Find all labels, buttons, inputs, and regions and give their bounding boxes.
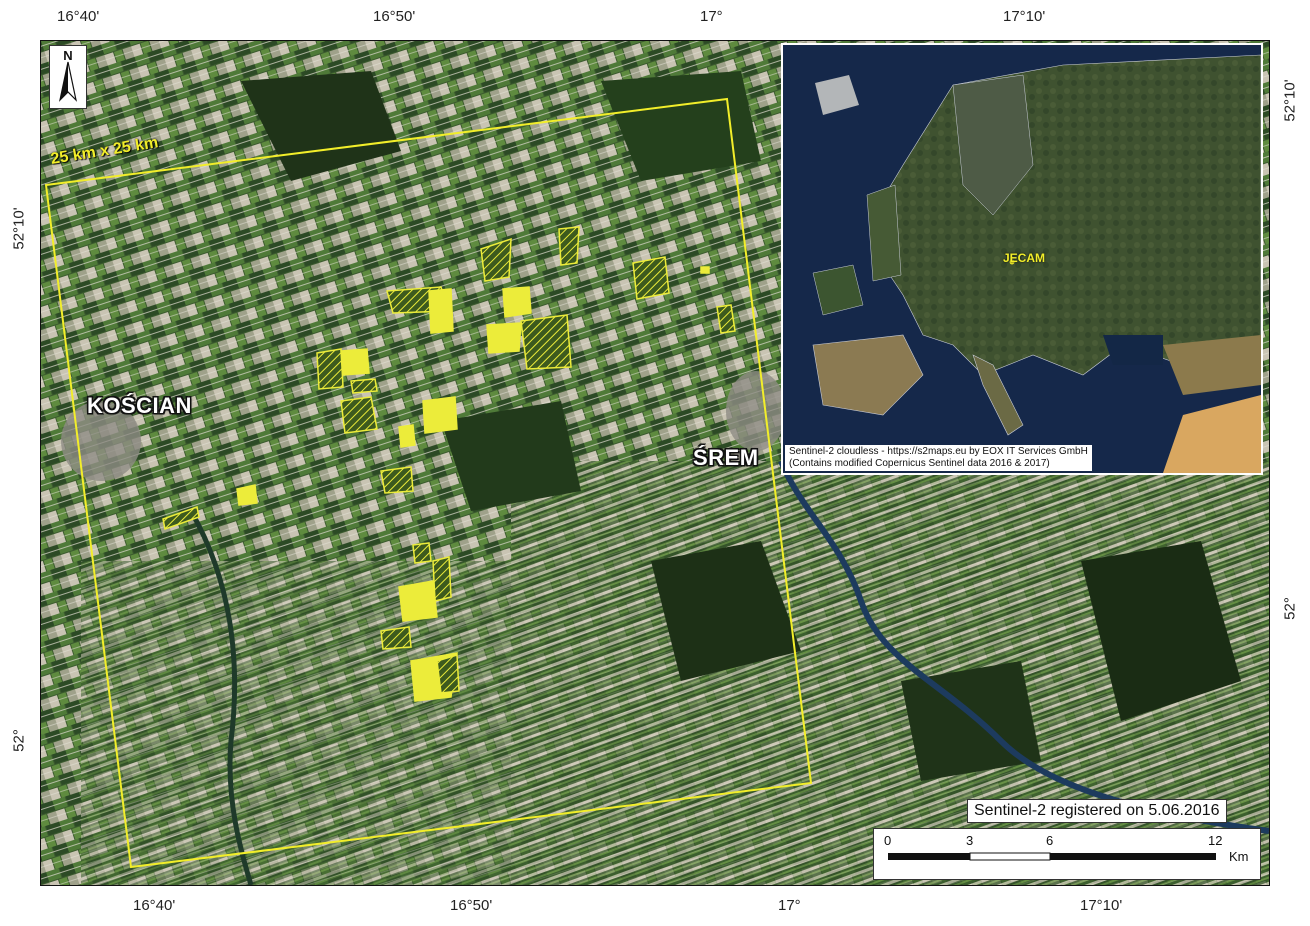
acquisition-date-label: Sentinel-2 registered on 5.06.2016 bbox=[967, 799, 1227, 823]
city-label-srem: ŚREM bbox=[693, 445, 759, 470]
graticule-bottom-4: 17°10' bbox=[1080, 897, 1123, 914]
scale-unit: Km bbox=[1229, 849, 1249, 864]
graticule-top-2: 16°50' bbox=[373, 8, 416, 25]
graticule-bottom-3: 17° bbox=[778, 897, 801, 914]
graticule-top-3: 17° bbox=[700, 8, 723, 25]
satellite-map[interactable]: 25 km x 25 km KOŚCIAN ŚREM N JECAM Senti… bbox=[40, 40, 1270, 886]
credit-line-2: (Contains modified Copernicus Sentinel d… bbox=[789, 458, 1050, 469]
graticule-left-1: 52°10' bbox=[10, 207, 28, 250]
graticule-bottom-2: 16°50' bbox=[450, 897, 493, 914]
scale-bar-graphic bbox=[888, 852, 1216, 861]
graticule-left-2: 52° bbox=[10, 729, 28, 752]
scale-bar: 0 3 6 12 Km bbox=[873, 828, 1261, 880]
north-arrow-icon: N bbox=[49, 45, 87, 109]
graticule-bottom-1: 16°40' bbox=[133, 897, 176, 914]
europe-inset-map: JECAM Sentinel-2 cloudless - https://s2m… bbox=[781, 43, 1263, 475]
graticule-right-2: 52° bbox=[1281, 597, 1299, 620]
graticule-right-1: 52°10' bbox=[1281, 79, 1299, 122]
imagery-credit: Sentinel-2 cloudless - https://s2maps.eu… bbox=[785, 445, 1092, 471]
graticule-top-1: 16°40' bbox=[57, 8, 100, 25]
city-label-koscian: KOŚCIAN bbox=[87, 393, 192, 418]
graticule-top-4: 17°10' bbox=[1003, 8, 1046, 25]
credit-line-1: Sentinel-2 cloudless - https://s2maps.eu… bbox=[789, 446, 1088, 457]
jecam-site-label: JECAM bbox=[1003, 251, 1046, 265]
north-letter: N bbox=[63, 48, 73, 63]
